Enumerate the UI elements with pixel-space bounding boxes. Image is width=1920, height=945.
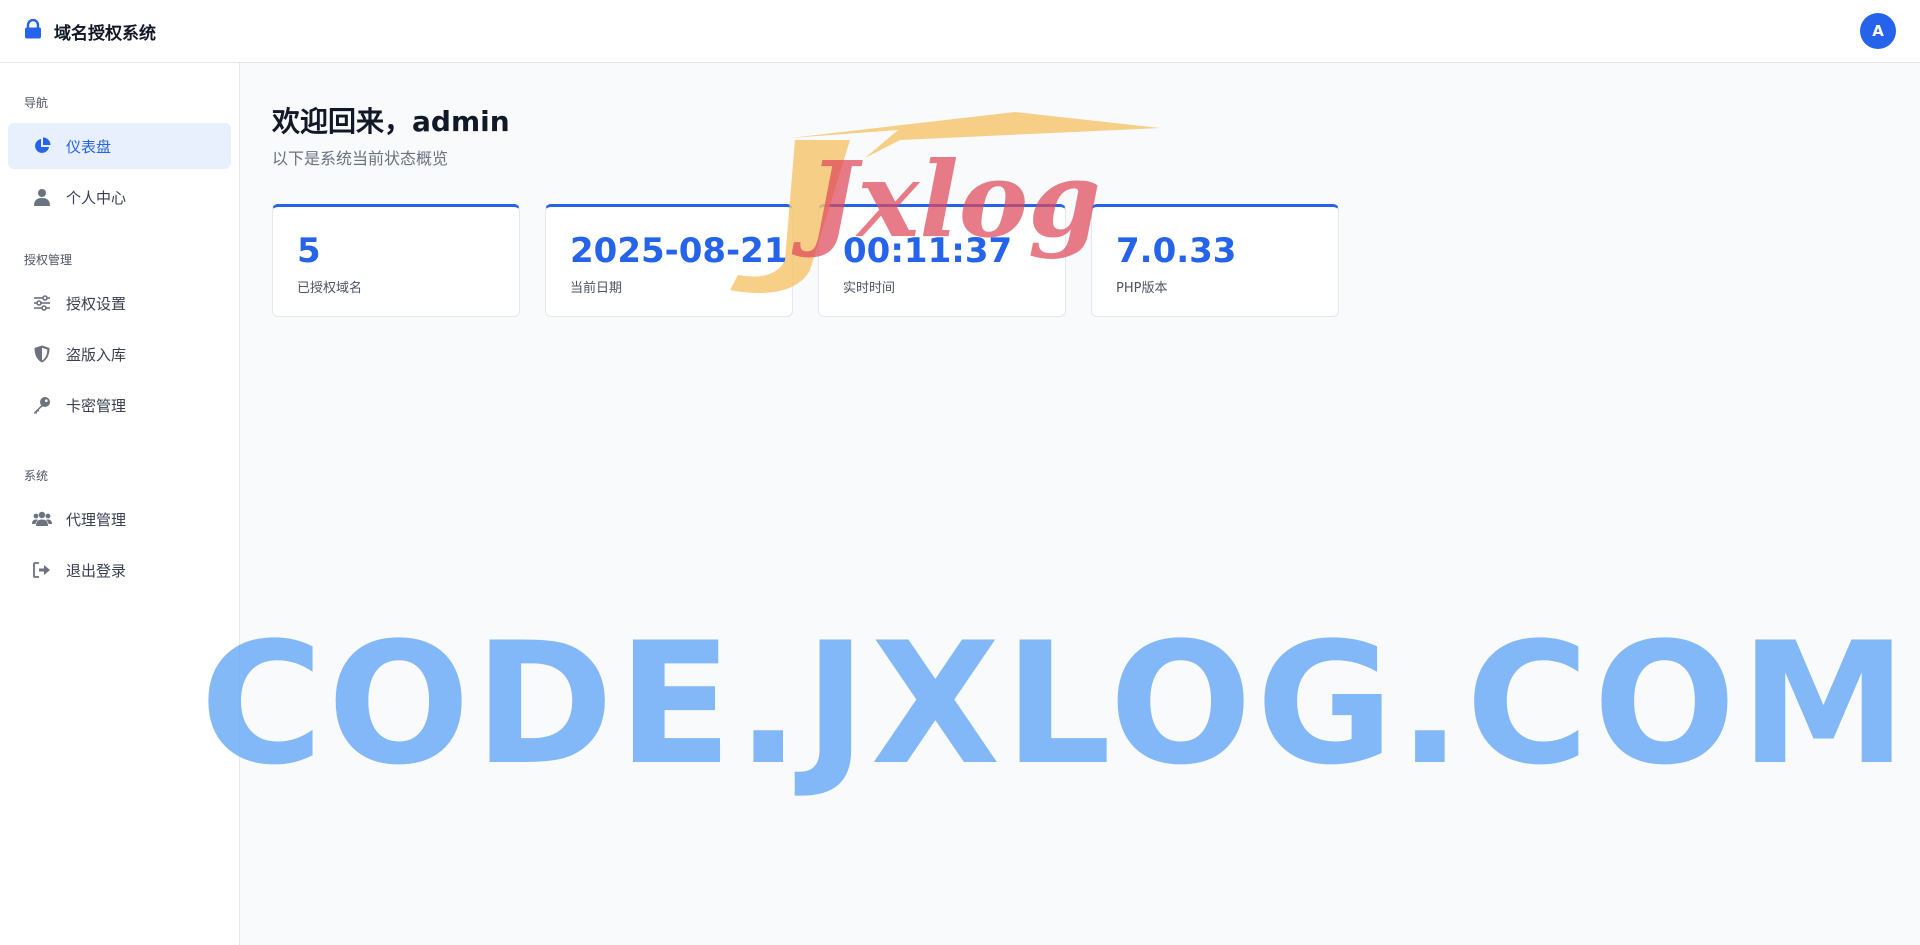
sidebar-item-logout[interactable]: 退出登录 [8, 547, 231, 593]
sliders-icon [32, 293, 52, 313]
stat-value: 5 [297, 231, 321, 271]
sidebar-item-agents[interactable]: 代理管理 [8, 496, 231, 542]
section-label: 授权管理 [24, 253, 73, 267]
stat-card-time: 00:11:37 实时时间 [818, 204, 1066, 317]
page-subtitle: 以下是系统当前状态概览 [272, 149, 449, 168]
stat-card-php: 7.0.33 PHP版本 [1091, 204, 1339, 317]
sidebar-item-label: 卡密管理 [66, 396, 127, 415]
users-icon [32, 509, 52, 529]
chart-pie-icon [32, 136, 52, 156]
stat-label: PHP版本 [1116, 281, 1168, 296]
sidebar-item-label: 个人中心 [66, 188, 127, 207]
stat-label: 当前日期 [570, 281, 623, 296]
nav-section-system: 系统 代理管理 退出登录 [8, 468, 231, 593]
nav-section-navigation: 导航 仪表盘 个人中心 [8, 95, 231, 220]
main-content: 欢迎回来，admin 以下是系统当前状态概览 5 已授权域名 2025-08-2… [241, 63, 1920, 945]
stat-card-domains: 5 已授权域名 [272, 204, 520, 317]
sidebar-item-piracy-records[interactable]: 盗版入库 [8, 331, 231, 377]
sidebar-item-license-settings[interactable]: 授权设置 [8, 280, 231, 326]
sidebar-item-label: 退出登录 [66, 561, 127, 580]
page-title: 欢迎回来，admin [272, 105, 510, 138]
sidebar: 导航 仪表盘 个人中心 授权管理 授权设置 盗版入库 卡密管理 系统 代理管理 … [0, 63, 240, 945]
sidebar-item-label: 授权设置 [66, 294, 127, 313]
stat-value: 7.0.33 [1116, 231, 1237, 271]
stat-label: 实时时间 [843, 281, 896, 296]
sidebar-item-label: 仪表盘 [66, 137, 112, 156]
stat-value: 2025-08-21 [570, 231, 788, 271]
logout-icon [32, 560, 52, 580]
sidebar-item-dashboard[interactable]: 仪表盘 [8, 123, 231, 169]
stat-label: 已授权域名 [297, 281, 363, 296]
stat-card-date: 2025-08-21 当前日期 [545, 204, 793, 317]
user-icon [32, 187, 52, 207]
shield-icon [32, 344, 52, 364]
section-label: 系统 [24, 469, 49, 483]
brand[interactable]: 域名授权系统 [24, 18, 156, 44]
key-icon [32, 395, 52, 415]
sidebar-item-label: 盗版入库 [66, 345, 127, 364]
top-bar: 域名授权系统 A [0, 0, 1920, 63]
sidebar-item-profile[interactable]: 个人中心 [8, 174, 231, 220]
app-title: 域名授权系统 [54, 23, 156, 44]
user-avatar[interactable]: A [1860, 13, 1896, 49]
sidebar-item-label: 代理管理 [66, 510, 127, 529]
stat-value: 00:11:37 [843, 231, 1013, 271]
nav-section-license: 授权管理 授权设置 盗版入库 卡密管理 [8, 252, 231, 428]
stats-cards: 5 已授权域名 2025-08-21 当前日期 00:11:37 实时时间 7.… [272, 204, 1920, 317]
lock-icon [24, 18, 42, 43]
section-label: 导航 [24, 96, 49, 110]
sidebar-item-card-keys[interactable]: 卡密管理 [8, 382, 231, 428]
